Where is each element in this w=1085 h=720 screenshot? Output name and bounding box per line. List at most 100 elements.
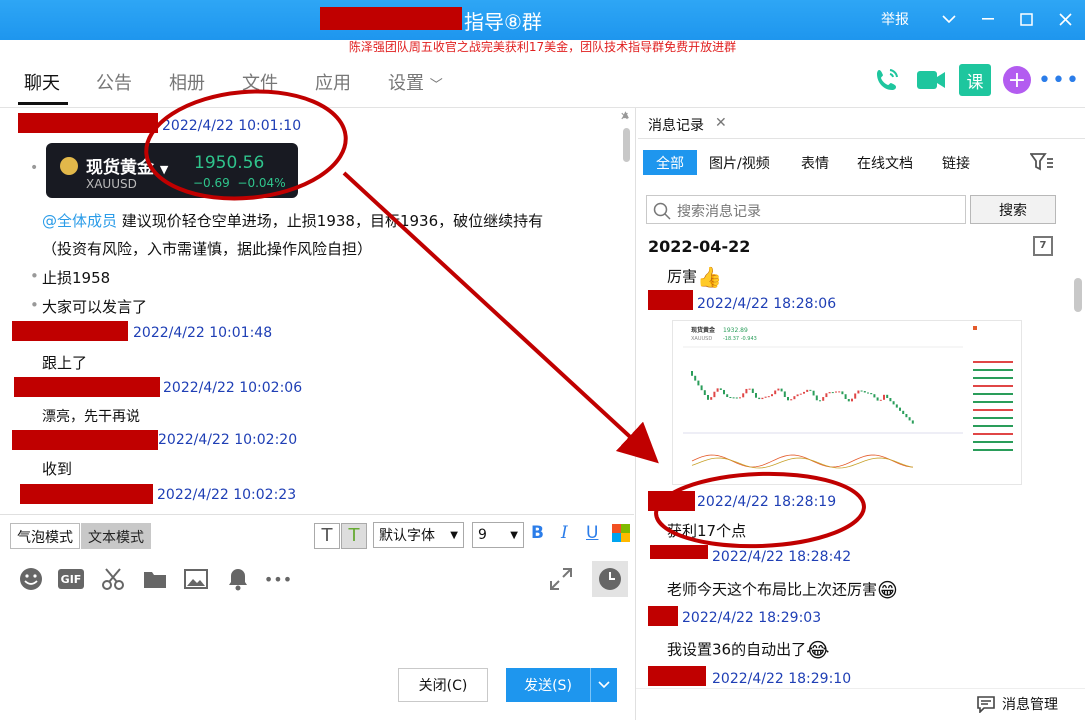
candle <box>745 388 748 394</box>
message-timestamp: 2022/4/22 10:02:23 <box>157 487 297 503</box>
ticker-line <box>973 433 1013 435</box>
bold-button[interactable]: B <box>531 523 544 543</box>
video-call-icon[interactable] <box>915 64 947 96</box>
chevron-down-icon[interactable] <box>929 0 968 38</box>
candle <box>841 391 844 395</box>
chat-bubble-icon <box>977 696 995 713</box>
candle <box>700 385 703 391</box>
message-timestamp: 2022/4/22 10:02:20 <box>158 432 298 448</box>
candle <box>735 397 738 399</box>
emoji-icon[interactable] <box>18 566 44 592</box>
candle <box>716 388 719 392</box>
gif-label: GIF <box>58 569 84 589</box>
font-family-value: 默认字体 <box>379 528 435 544</box>
quote-change-pct: −0.04% <box>237 176 286 190</box>
filter-icon[interactable] <box>1029 152 1054 176</box>
filter-emoji[interactable]: 表情 <box>801 150 829 175</box>
candle <box>863 391 866 393</box>
ticker-line <box>973 449 1013 451</box>
tab-apps[interactable]: 应用 <box>315 69 351 95</box>
candle <box>748 388 751 390</box>
ticker-line <box>973 425 1013 427</box>
collapse-icon[interactable]: ✕ <box>620 110 629 123</box>
calendar-icon[interactable]: 7 <box>1033 236 1053 256</box>
candle <box>697 380 700 386</box>
active-tab-indicator <box>18 102 68 105</box>
close-tab-icon[interactable]: ✕ <box>715 115 727 131</box>
chat-scrollbar[interactable]: ▲ <box>620 108 634 514</box>
candle <box>844 394 847 400</box>
title-bar: 指导⑧群 举报 <box>0 0 1085 40</box>
scissors-icon[interactable] <box>100 566 126 592</box>
history-search-input[interactable]: 搜索消息记录 <box>646 195 966 224</box>
grinning-face-icon: 😁 <box>877 578 898 602</box>
history-clock-icon[interactable] <box>592 561 628 597</box>
message-management-button[interactable]: 消息管理 <box>976 694 1058 714</box>
gif-icon[interactable]: GIF <box>58 566 84 592</box>
search-button[interactable]: 搜索 <box>970 195 1056 224</box>
message-timestamp: 2022/4/22 18:28:42 <box>712 549 852 565</box>
color-palette-icon[interactable] <box>612 524 630 542</box>
candle <box>908 417 911 421</box>
filter-links[interactable]: 链接 <box>942 150 970 175</box>
italic-button[interactable]: I <box>561 523 568 543</box>
add-icon[interactable]: + <box>1003 66 1031 94</box>
course-icon[interactable]: 课 <box>959 64 991 96</box>
font-family-select[interactable]: 默认字体 ▼ <box>373 522 464 548</box>
report-button[interactable]: 举报 <box>875 0 915 38</box>
filter-docs[interactable]: 在线文档 <box>857 150 913 175</box>
candle <box>787 397 789 401</box>
tab-album[interactable]: 相册 <box>169 69 205 95</box>
redacted-sender <box>12 321 128 341</box>
text-format-icon[interactable]: T <box>314 523 340 549</box>
redacted-sender <box>648 666 706 686</box>
candle <box>812 390 815 396</box>
quote-name-text: 现货黄金 <box>86 158 154 178</box>
candle <box>809 389 812 391</box>
bell-icon[interactable] <box>225 566 251 592</box>
filter-all[interactable]: 全部 <box>643 150 697 175</box>
quote-card[interactable]: 现货黄金 ▼ XAUUSD 1950.56 −0.69 −0.04% <box>46 143 298 198</box>
more-tools-icon[interactable]: ••• <box>264 566 292 592</box>
minimize-icon[interactable] <box>968 0 1007 38</box>
underline-button[interactable]: U <box>586 523 598 543</box>
filter-media[interactable]: 图片/视频 <box>709 150 770 175</box>
voice-call-icon[interactable] <box>871 64 903 96</box>
send-options-chevron-icon[interactable] <box>590 668 617 702</box>
bubble-mode-button[interactable]: 气泡模式 <box>10 523 80 549</box>
maximize-icon[interactable] <box>1007 0 1046 38</box>
send-button[interactable]: 发送(S) <box>506 668 590 702</box>
pane-divider[interactable] <box>635 108 636 720</box>
caret-down-icon: ▼ <box>510 529 518 541</box>
text-color-icon[interactable]: T <box>341 523 367 549</box>
chart-screenshot[interactable]: 现货黄金 XAUUSD 1932.89 -18.37 -0.943 <box>672 320 1022 485</box>
history-scrollbar[interactable] <box>1074 278 1082 312</box>
ticker-line <box>973 369 1013 371</box>
font-size-select[interactable]: 9 ▼ <box>472 522 524 548</box>
expand-icon[interactable] <box>549 567 573 595</box>
message-text: 获利17个点 <box>667 522 747 540</box>
candle <box>847 399 850 402</box>
window-title: 指导⑧群 <box>464 10 542 34</box>
mention-all[interactable]: @全体成员 <box>42 212 117 230</box>
scroll-thumb[interactable] <box>623 128 630 162</box>
tab-settings[interactable]: 设置 ﹀ <box>388 69 443 95</box>
tab-notice[interactable]: 公告 <box>96 69 132 95</box>
more-icon[interactable]: ••• <box>1038 64 1079 96</box>
qq-group-window: 指导⑧群 举报 陈泽强团队周五收官之战完美获利17美金，团队技术指导群免费开放进… <box>0 0 1085 720</box>
text-mode-button[interactable]: 文本模式 <box>81 523 151 549</box>
candle <box>876 397 879 401</box>
folder-icon[interactable] <box>142 566 168 592</box>
close-icon[interactable] <box>1046 0 1085 38</box>
tab-files[interactable]: 文件 <box>242 69 278 95</box>
candle <box>899 407 901 411</box>
candle <box>851 398 853 402</box>
message-timestamp: 2022/4/22 10:01:10 <box>162 118 302 134</box>
tab-chat[interactable]: 聊天 <box>24 69 60 95</box>
divider <box>636 688 1085 689</box>
redacted-sender <box>648 290 693 310</box>
image-icon[interactable] <box>183 566 209 592</box>
history-tab[interactable]: 消息记录 <box>648 115 704 135</box>
close-button[interactable]: 关闭(C) <box>398 668 488 702</box>
message-timestamp: 2022/4/22 18:28:19 <box>697 494 837 510</box>
